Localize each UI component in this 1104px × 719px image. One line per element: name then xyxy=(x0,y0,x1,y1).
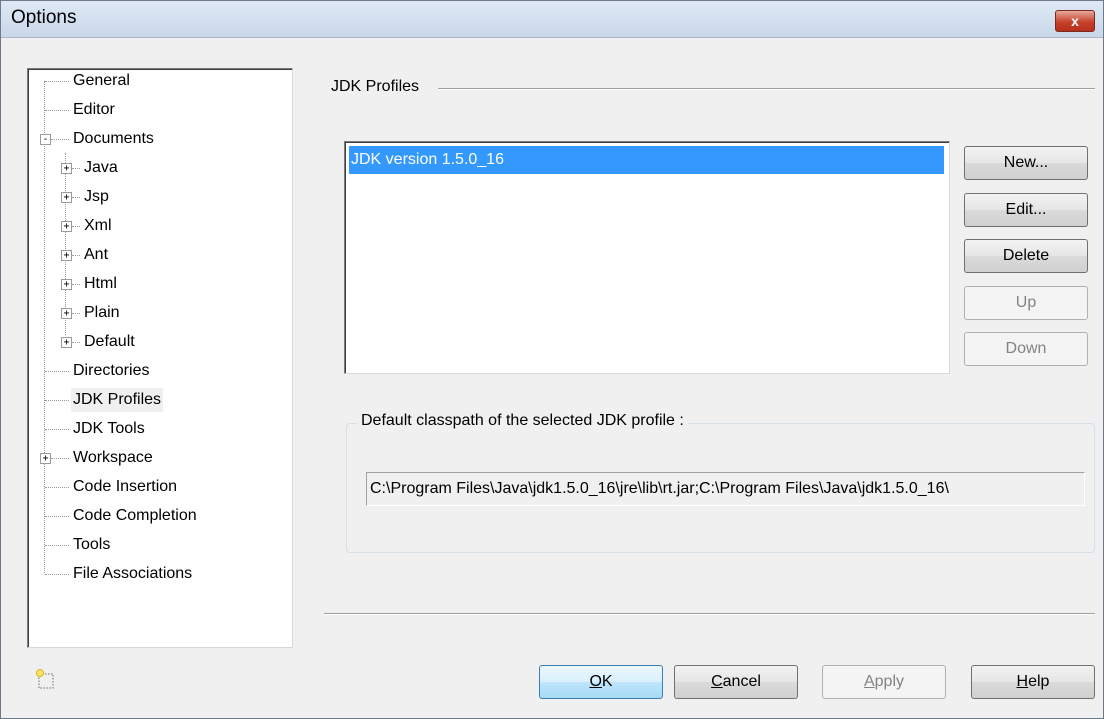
apply-button[interactable]: Apply xyxy=(822,665,946,699)
delete-button[interactable]: Delete xyxy=(964,239,1088,273)
jdk-profiles-list[interactable]: JDK version 1.5.0_16 xyxy=(344,141,950,374)
up-button[interactable]: Up xyxy=(964,286,1088,320)
window-title: Options xyxy=(11,7,77,28)
down-button[interactable]: Down xyxy=(964,332,1088,366)
expand-icon[interactable]: + xyxy=(61,221,72,232)
footer-divider xyxy=(324,613,1095,615)
classpath-field[interactable]: C:\Program Files\Java\jdk1.5.0_16\jre\li… xyxy=(366,472,1085,506)
expand-icon[interactable]: + xyxy=(61,279,72,290)
classpath-group-label: Default classpath of the selected JDK pr… xyxy=(357,412,688,430)
expand-icon[interactable]: + xyxy=(61,250,72,261)
tree-guide-line xyxy=(44,81,46,573)
ok-button[interactable]: OK xyxy=(539,665,663,699)
close-icon: x xyxy=(1071,13,1079,29)
cancel-button[interactable]: Cancel xyxy=(674,665,798,699)
section-divider xyxy=(438,88,1095,90)
help-button[interactable]: Help xyxy=(971,665,1095,699)
close-button[interactable]: x xyxy=(1055,10,1095,32)
expand-icon[interactable]: + xyxy=(40,453,51,464)
new-button[interactable]: New... xyxy=(964,146,1088,180)
new-item-icon[interactable] xyxy=(35,668,57,690)
list-item[interactable]: JDK version 1.5.0_16 xyxy=(349,146,944,174)
options-dialog: Options x General Editor - Documents + J… xyxy=(0,0,1104,719)
title-bar[interactable]: Options x xyxy=(1,1,1103,38)
expand-icon[interactable]: + xyxy=(61,192,72,203)
collapse-icon[interactable]: - xyxy=(40,134,51,145)
expand-icon[interactable]: + xyxy=(61,337,72,348)
edit-button[interactable]: Edit... xyxy=(964,193,1088,227)
options-tree[interactable]: General Editor - Documents + Java + Jsp … xyxy=(27,68,293,648)
section-title: JDK Profiles xyxy=(331,78,420,95)
expand-icon[interactable]: + xyxy=(61,163,72,174)
expand-icon[interactable]: + xyxy=(61,308,72,319)
